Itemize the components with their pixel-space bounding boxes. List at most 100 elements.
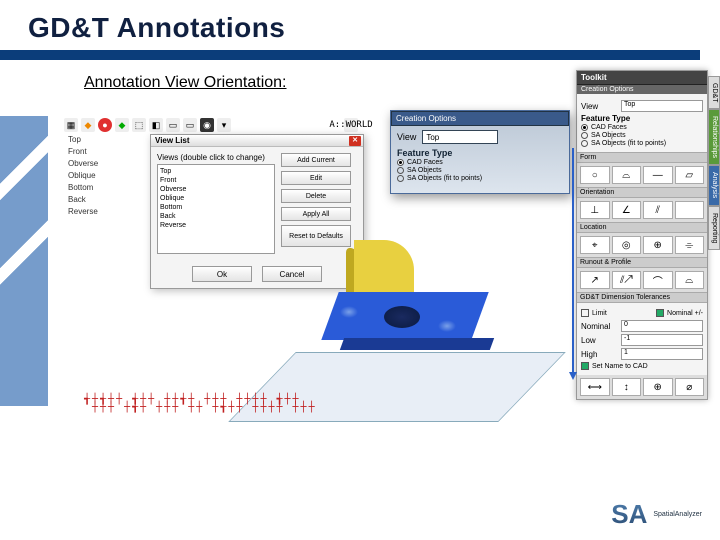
main-toolbar: ▦ ◆ ● ◆ ⬚ ◧ ▭ ▭ ◉ ▾ A::WORLD — [64, 118, 358, 132]
vertical-tabs: GD&T Relationships Analysis Reporting — [708, 76, 720, 250]
popout-ft-header: Feature Type — [397, 148, 563, 158]
cancel-button[interactable]: Cancel — [262, 266, 322, 282]
popout-header: Creation Options — [391, 111, 569, 126]
dialog-titlebar[interactable]: View List ✕ — [151, 135, 363, 147]
orientation-header: Orientation — [577, 187, 707, 198]
popout-radio-sa-objects-fit[interactable]: SA Objects (fit to points) — [397, 175, 563, 182]
popout-radio-sa-objects[interactable]: SA Objects — [397, 167, 563, 174]
view-select[interactable]: Top — [621, 100, 703, 112]
dialog-title: View List — [155, 136, 190, 145]
low-input[interactable]: -1 — [621, 334, 703, 346]
sym-total-runout-icon[interactable]: ⫽↗ — [612, 271, 642, 289]
popout-view-select[interactable]: Top — [422, 130, 498, 144]
cad-model — [330, 240, 500, 350]
vtab-relationships[interactable]: Relationships — [708, 109, 720, 165]
sym-dim-v-icon[interactable]: ↕ — [612, 378, 642, 396]
toolbar-icon[interactable]: ⬚ — [132, 118, 146, 132]
location-header: Location — [577, 222, 707, 233]
add-current-button[interactable]: Add Current — [281, 153, 351, 167]
sym-perpendicular-icon[interactable]: ⊥ — [580, 201, 610, 219]
sym-runout-icon[interactable]: ↗ — [580, 271, 610, 289]
view-label: View — [581, 102, 617, 111]
sym-profile-line-icon[interactable]: ⌒ — [643, 271, 673, 289]
radio-cad-faces[interactable]: CAD Faces — [581, 124, 703, 131]
sym-concentric-icon[interactable]: ◎ — [612, 236, 642, 254]
camera-icon[interactable]: ◉ — [200, 118, 214, 132]
sym-line-icon[interactable]: — — [643, 166, 673, 184]
dim-tol-header: GD&T Dimension Tolerances — [577, 292, 707, 303]
nominal-checkbox[interactable]: Nominal +/- — [656, 309, 703, 317]
list-item[interactable]: Top — [160, 167, 272, 176]
listbox-header: Views (double click to change) — [157, 153, 275, 162]
sym-loc4-icon[interactable]: ⌯ — [675, 236, 705, 254]
toolbar-icon[interactable]: ▭ — [166, 118, 180, 132]
tree-item[interactable]: Back — [64, 194, 144, 206]
high-input[interactable]: 1 — [621, 348, 703, 360]
form-header: Form — [577, 152, 707, 163]
sym-blank-icon[interactable] — [675, 201, 705, 219]
tree-item[interactable]: Bottom — [64, 182, 144, 194]
sym-dim-h-icon[interactable]: ⟷ — [580, 378, 610, 396]
high-label: High — [581, 350, 617, 359]
nominal-label: Nominal — [581, 322, 617, 331]
sym-position-icon[interactable]: ⌖ — [580, 236, 610, 254]
radio-sa-objects[interactable]: SA Objects — [581, 132, 703, 139]
limit-checkbox[interactable]: Limit Nominal +/- — [581, 308, 703, 318]
popout-radio-cad-faces[interactable]: CAD Faces — [397, 159, 563, 166]
sym-symmetry-icon[interactable]: ⊕ — [643, 236, 673, 254]
toolbar-icon[interactable]: ◆ — [81, 118, 95, 132]
survey-points: ╅┼╅┼┼ ╅┼┼ ┼┼╅┼ ┼┼┼ ┼┼┼┼ ╅┼┼ ┼┼┼ ┼╅┼ ┼┼┼ … — [84, 396, 317, 412]
list-item[interactable]: Oblique — [160, 194, 272, 203]
runout-symbol-grid: ↗ ⫽↗ ⌒ ⌓ — [577, 268, 707, 292]
list-item[interactable]: Obverse — [160, 185, 272, 194]
creation-options-header: Creation Options — [577, 85, 707, 94]
toolbar-icon[interactable]: ▾ — [217, 118, 231, 132]
tree-view-list[interactable]: Top Front Obverse Oblique Bottom Back Re… — [64, 134, 144, 218]
list-item[interactable]: Reverse — [160, 221, 272, 230]
list-item[interactable]: Front — [160, 176, 272, 185]
setname-checkbox[interactable]: Set Name to CAD — [581, 362, 703, 370]
tree-item[interactable]: Reverse — [64, 206, 144, 218]
list-item[interactable]: Back — [160, 212, 272, 221]
sym-dim-pos-icon[interactable]: ⊕ — [643, 378, 673, 396]
sym-cylindricity-icon[interactable]: ▱ — [675, 166, 705, 184]
decorative-left-stripes — [0, 116, 48, 406]
sym-dim-dia-icon[interactable]: ⌀ — [675, 378, 705, 396]
tree-item[interactable]: Obverse — [64, 158, 144, 170]
sym-angularity-icon[interactable]: ∠ — [612, 201, 642, 219]
apply-all-button[interactable]: Apply All — [281, 207, 351, 221]
sym-profile-surf-icon[interactable]: ⌓ — [675, 271, 705, 289]
tree-item[interactable]: Front — [64, 146, 144, 158]
toolbar-icon[interactable]: ▭ — [183, 118, 197, 132]
brand-logo: SA SpatialAnalyzer — [611, 499, 702, 530]
tree-item[interactable]: Oblique — [64, 170, 144, 182]
toolkit-panel: Toolkit Creation Options View Top Featur… — [576, 70, 708, 400]
sym-flatness-icon[interactable]: ○ — [580, 166, 610, 184]
sym-parallel-icon[interactable]: ⫽ — [643, 201, 673, 219]
feature-type-label: Feature Type — [581, 114, 703, 123]
vtab-gdt[interactable]: GD&T — [708, 76, 720, 109]
list-item[interactable]: Bottom — [160, 203, 272, 212]
logo-mark: SA — [611, 499, 647, 530]
vtab-reporting[interactable]: Reporting — [708, 206, 720, 250]
slide-title: GD&T Annotations — [0, 0, 720, 50]
dim-symbol-grid: ⟷ ↕ ⊕ ⌀ — [577, 375, 707, 399]
toolbar-icon[interactable]: ◧ — [149, 118, 163, 132]
delete-button[interactable]: Delete — [281, 189, 351, 203]
toolkit-title: Toolkit — [577, 71, 707, 85]
record-icon[interactable]: ● — [98, 118, 112, 132]
edit-button[interactable]: Edit — [281, 171, 351, 185]
tree-item[interactable]: Top — [64, 134, 144, 146]
views-listbox[interactable]: Top Front Obverse Oblique Bottom Back Re… — [157, 164, 275, 254]
sym-straightness-icon[interactable]: ⌓ — [612, 166, 642, 184]
ok-button[interactable]: Ok — [192, 266, 252, 282]
toolbar-icon[interactable]: ◆ — [115, 118, 129, 132]
radio-sa-objects-fit[interactable]: SA Objects (fit to points) — [581, 140, 703, 147]
toolbar-icon[interactable]: ▦ — [64, 118, 78, 132]
nominal-input[interactable]: 0 — [621, 320, 703, 332]
creation-options-popout: Creation Options View Top Feature Type C… — [390, 110, 570, 194]
close-icon[interactable]: ✕ — [349, 136, 361, 146]
vtab-analysis[interactable]: Analysis — [708, 165, 720, 205]
frame-label: A::WORLD — [344, 118, 358, 132]
title-underline — [0, 50, 700, 60]
